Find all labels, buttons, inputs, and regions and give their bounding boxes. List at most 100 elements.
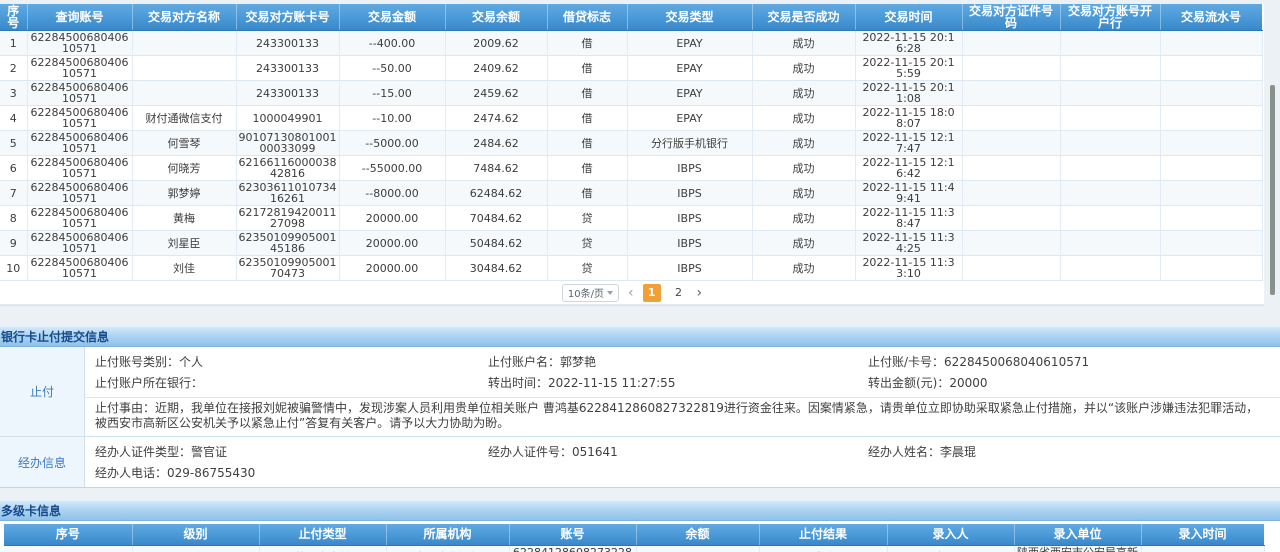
table-cell: --400.00	[339, 31, 445, 56]
column-header: 录入单位	[1014, 524, 1141, 545]
column-header: 余额	[636, 524, 759, 545]
table-cell: 2022-11-15 11:33:10	[855, 256, 962, 281]
table-cell: 243300133	[236, 56, 339, 81]
table-cell: 成功	[752, 181, 855, 206]
stop-payment-panel: 止付 止付账号类别：个人 止付账户名：郭梦艳 止付账/卡号：6228450068…	[0, 347, 1280, 488]
multi-card-table: 序号级别止付类型所属机构账号余额止付结果录入人录入单位录入时间1一级第三方止付中…	[4, 524, 1265, 552]
table-row: 56228450068040610571何雪琴90107130801001000…	[0, 131, 1262, 156]
table-cell: 50484.62	[445, 231, 547, 256]
table-cell	[1160, 31, 1262, 56]
field-agent-id-type: 经办人证件类型：警官证	[95, 442, 488, 463]
table-row: 86228450068040610571黄梅621728194200112709…	[0, 206, 1262, 231]
table-cell: --8000.00	[339, 181, 445, 206]
table-cell: 成功	[752, 56, 855, 81]
table-cell: 243300133	[236, 81, 339, 106]
table-cell: 成功	[752, 156, 855, 181]
table-cell: 郭梦婷	[132, 181, 236, 206]
agent-info-row: 经办信息 经办人证件类型：警官证 经办人证件号：051641 经办人姓名：李晨琨…	[0, 437, 1280, 487]
table-cell: 2484.62	[445, 131, 547, 156]
table-cell	[962, 81, 1060, 106]
table-cell: 贷	[547, 231, 627, 256]
page-size-select[interactable]: 10条/页	[562, 284, 619, 302]
prev-page-button[interactable]: ‹	[628, 284, 634, 302]
column-header: 查询账号	[27, 4, 132, 31]
table-cell: IBPS	[627, 206, 752, 231]
table-cell	[1060, 156, 1160, 181]
table-cell: 2022-11-15 18:08:07	[855, 106, 962, 131]
table-cell: 4	[0, 106, 27, 131]
table-cell: 62484.62	[445, 181, 547, 206]
pagination-bar: 10条/页 ‹ 1 2 ›	[0, 281, 1264, 305]
agent-info-content: 经办人证件类型：警官证 经办人证件号：051641 经办人姓名：李晨琨 经办人电…	[85, 437, 1280, 487]
column-header: 账号	[509, 524, 636, 545]
column-header: 交易对方账号开户行	[1060, 4, 1160, 31]
table-cell	[962, 231, 1060, 256]
column-header: 止付结果	[759, 524, 887, 545]
table-cell: 6216611600003842816	[236, 156, 339, 181]
table-cell: --50.00	[339, 56, 445, 81]
table-row: 96228450068040610571刘星臣62350109905001451…	[0, 231, 1262, 256]
next-page-button[interactable]: ›	[697, 284, 703, 302]
table-cell: 财付通微信支付	[132, 106, 236, 131]
table-cell	[1060, 131, 1160, 156]
multi-card-section-title: 多级卡信息	[0, 500, 1280, 521]
table-cell: 何晓芳	[132, 156, 236, 181]
table-cell	[1060, 31, 1160, 56]
table-cell: 3	[0, 81, 27, 106]
table-cell: 借	[547, 181, 627, 206]
table-cell: 借	[547, 81, 627, 106]
table-cell: 贷	[547, 206, 627, 231]
table-cell: 成功	[752, 256, 855, 281]
table-cell: 分行版手机银行	[627, 131, 752, 156]
table-cell: 1	[0, 31, 27, 56]
table-cell: EPAY	[627, 81, 752, 106]
table-cell: 2459.62	[445, 81, 547, 106]
table-cell: 6235010990500170473	[236, 256, 339, 281]
table-cell: 一级	[132, 545, 259, 552]
table-cell: IBPS	[627, 231, 752, 256]
table-cell: 成功	[752, 31, 855, 56]
table-cell	[1160, 206, 1262, 231]
table-cell	[132, 81, 236, 106]
table-cell: 6235010990500145186	[236, 231, 339, 256]
table-cell	[636, 545, 759, 552]
multi-card-panel: 序号级别止付类型所属机构账号余额止付结果录入人录入单位录入时间1一级第三方止付中…	[0, 521, 1280, 552]
column-header: 序号	[4, 524, 132, 545]
table-cell	[1160, 181, 1262, 206]
table-cell: 2022-11-16 03:40:51	[1141, 545, 1264, 552]
table-cell: 6228450068040610571	[27, 56, 132, 81]
table-cell: EPAY	[627, 31, 752, 56]
stop-payment-group-label: 止付	[0, 347, 85, 436]
page-button-2[interactable]: 2	[670, 284, 688, 302]
table-cell	[1060, 231, 1160, 256]
table-cell: 2022-11-15 11:38:47	[855, 206, 962, 231]
column-header: 录入时间	[1141, 524, 1264, 545]
field-agent-phone: 经办人电话：029-86755430	[95, 463, 488, 484]
table-cell	[1060, 256, 1160, 281]
stop-payment-fields: 止付账号类别：个人 止付账户名：郭梦艳 止付账/卡号：6228450068040…	[85, 347, 1280, 397]
table-cell: 6230361101073416261	[236, 181, 339, 206]
page-button-1[interactable]: 1	[643, 284, 661, 302]
stop-payment-row: 止付 止付账号类别：个人 止付账户名：郭梦艳 止付账/卡号：6228450068…	[0, 347, 1280, 437]
table-cell: 9010713080100100033099	[236, 131, 339, 156]
column-header: 交易是否成功	[752, 4, 855, 31]
table-cell: 1000049901	[236, 106, 339, 131]
table-cell: 6228450068040610571	[27, 81, 132, 106]
field-agent-id-no: 经办人证件号：051641	[488, 442, 868, 463]
column-header: 止付类型	[259, 524, 386, 545]
table-cell: 6228450068040610571	[27, 206, 132, 231]
table-cell: 9	[0, 231, 27, 256]
table-row: 26228450068040610571243300133--50.002409…	[0, 56, 1262, 81]
column-header: 交易对方名称	[132, 4, 236, 31]
table-cell: 成功	[752, 106, 855, 131]
field-card-no: 止付账/卡号：6228450068040610571	[868, 352, 1280, 373]
table-cell: 2022-11-15 20:16:28	[855, 31, 962, 56]
table-cell: 2009.62	[445, 31, 547, 56]
table-cell: 6	[0, 156, 27, 181]
table-row: 76228450068040610571郭梦婷62303611010734162…	[0, 181, 1262, 206]
field-agent-name: 经办人姓名：李晨琨	[868, 442, 1280, 463]
vertical-scrollbar[interactable]	[1270, 85, 1275, 295]
table-cell: 第三方止付	[259, 545, 386, 552]
table-cell	[1160, 81, 1262, 106]
table-cell: 借	[547, 156, 627, 181]
